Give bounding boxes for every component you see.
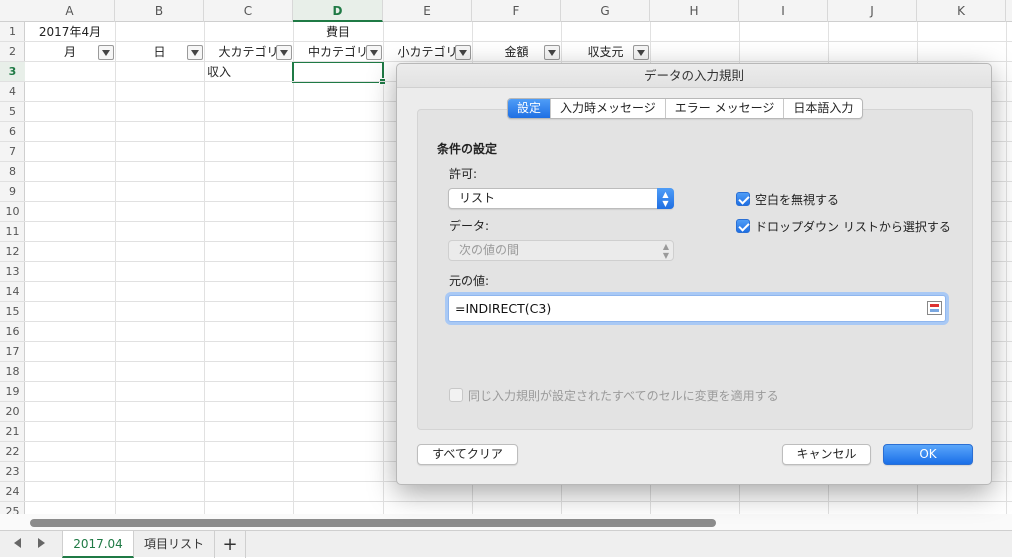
sheet-tab-2017-04[interactable]: 2017.04 — [62, 531, 134, 558]
row-header[interactable]: 1 — [0, 22, 25, 42]
row-header[interactable]: 18 — [0, 362, 25, 382]
column-header-h[interactable]: H — [650, 0, 739, 22]
allow-select-value: リスト — [459, 191, 496, 205]
filter-dropdown-button[interactable] — [544, 45, 560, 60]
prev-sheet-icon[interactable] — [14, 538, 21, 548]
row-header[interactable]: 14 — [0, 282, 25, 302]
column-header-i[interactable]: I — [739, 0, 828, 22]
column-header-c[interactable]: C — [204, 0, 293, 22]
updown-arrows-icon: ▲ ▼ — [657, 188, 674, 209]
allow-label: 許可: — [449, 167, 478, 181]
data-select-value: 次の値の間 — [459, 243, 520, 257]
filter-dropdown-button[interactable] — [366, 45, 382, 60]
filter-dropdown-button[interactable] — [187, 45, 203, 60]
gridline — [115, 22, 116, 530]
tab-settings[interactable]: 設定 — [508, 99, 552, 118]
row-header[interactable]: 2 — [0, 42, 25, 62]
horizontal-scrollbar[interactable] — [0, 514, 1012, 530]
range-picker-icon[interactable] — [927, 301, 942, 315]
column-header-f[interactable]: F — [472, 0, 561, 22]
column-header-a[interactable]: A — [25, 0, 115, 22]
row-header[interactable]: 11 — [0, 222, 25, 242]
next-sheet-icon[interactable] — [38, 538, 45, 548]
row-header[interactable]: 20 — [0, 402, 25, 422]
column-header-j[interactable]: J — [828, 0, 917, 22]
clear-all-button[interactable]: すべてクリア — [417, 444, 518, 465]
dialog-title[interactable]: データの入力規則 — [397, 64, 991, 88]
row-header[interactable]: 21 — [0, 422, 25, 442]
row-header[interactable]: 6 — [0, 122, 25, 142]
cell-c3[interactable]: 収入 — [207, 62, 293, 82]
row-header[interactable]: 17 — [0, 342, 25, 362]
row-header[interactable]: 24 — [0, 482, 25, 502]
data-validation-dialog: データの入力規則 条件の設定 許可: リスト ▲ ▼ データ: 次の値の間 ▲ ▼ … — [396, 63, 992, 485]
row-header[interactable]: 9 — [0, 182, 25, 202]
sheet-tab-bar: 2017.04 項目リスト + — [0, 530, 1012, 558]
filter-dropdown-button[interactable] — [276, 45, 292, 60]
gridline — [1006, 22, 1007, 530]
row-header[interactable]: 5 — [0, 102, 25, 122]
scrollbar-thumb[interactable] — [30, 519, 716, 527]
row-header[interactable]: 8 — [0, 162, 25, 182]
add-sheet-button[interactable]: + — [214, 531, 246, 558]
source-input[interactable]: =INDIRECT(C3) — [448, 295, 946, 322]
column-header-d[interactable]: D — [293, 0, 383, 22]
section-title: 条件の設定 — [437, 142, 498, 156]
apply-all-label: 同じ入力規則が設定されたすべてのセルに変更を適用する — [468, 389, 779, 403]
gridline — [25, 41, 1012, 42]
dropdown-list-label[interactable]: ドロップダウン リストから選択する — [755, 218, 951, 235]
column-header-b[interactable]: B — [115, 0, 204, 22]
cancel-button[interactable]: キャンセル — [782, 444, 871, 465]
data-select: 次の値の間 ▲ ▼ — [448, 240, 674, 261]
column-header-e[interactable]: E — [383, 0, 472, 22]
ignore-blank-checkbox[interactable] — [736, 192, 750, 206]
column-header-g[interactable]: G — [561, 0, 650, 22]
tab-error-message[interactable]: エラー メッセージ — [666, 99, 785, 118]
row-header[interactable]: 19 — [0, 382, 25, 402]
sheet-tab-item-list[interactable]: 項目リスト — [134, 531, 214, 558]
column-header-k[interactable]: K — [917, 0, 1006, 22]
cell-a1[interactable]: 2017年4月 — [25, 22, 115, 42]
gridline — [293, 22, 294, 530]
settings-panel: 条件の設定 許可: リスト ▲ ▼ データ: 次の値の間 ▲ ▼ 空白を無視する ド… — [417, 109, 973, 430]
filter-dropdown-button[interactable] — [98, 45, 114, 60]
row-header-bar: 1 2 3 4 5 6 7 8 9 10 11 12 13 14 15 16 17 18 19 20 21 22 23 24 2… — [0, 22, 25, 530]
row-header[interactable]: 3 — [0, 62, 25, 82]
selected-cell-d3[interactable] — [292, 61, 386, 85]
gridline — [25, 61, 1012, 62]
row-header[interactable]: 7 — [0, 142, 25, 162]
dialog-tabs: 設定 入力時メッセージ エラー メッセージ 日本語入力 — [507, 98, 864, 119]
gridline — [383, 22, 384, 530]
updown-arrows-icon: ▲ ▼ — [662, 242, 669, 260]
dropdown-list-checkbox[interactable] — [736, 219, 750, 233]
source-label: 元の値: — [449, 274, 490, 288]
row-header[interactable]: 15 — [0, 302, 25, 322]
row-header[interactable]: 22 — [0, 442, 25, 462]
allow-select[interactable]: リスト ▲ ▼ — [448, 188, 674, 209]
source-input-value: =INDIRECT(C3) — [455, 301, 552, 316]
row-header[interactable]: 10 — [0, 202, 25, 222]
gridline — [204, 22, 205, 530]
row-header[interactable]: 4 — [0, 82, 25, 102]
tab-input-message[interactable]: 入力時メッセージ — [551, 99, 666, 118]
row-header[interactable]: 12 — [0, 242, 25, 262]
row-header[interactable]: 16 — [0, 322, 25, 342]
apply-all-checkbox — [449, 388, 463, 402]
cell-d1[interactable]: 費目 — [293, 22, 383, 42]
tab-japanese-input[interactable]: 日本語入力 — [784, 99, 862, 118]
ok-button[interactable]: OK — [883, 444, 973, 465]
filter-dropdown-button[interactable] — [633, 45, 649, 60]
data-label: データ: — [449, 219, 490, 233]
gridline — [25, 501, 1012, 502]
ignore-blank-label[interactable]: 空白を無視する — [755, 191, 839, 208]
column-header-bar: A B C D E F G H I J K — [0, 0, 1012, 22]
row-header[interactable]: 23 — [0, 462, 25, 482]
filter-dropdown-button[interactable] — [455, 45, 471, 60]
row-header[interactable]: 13 — [0, 262, 25, 282]
